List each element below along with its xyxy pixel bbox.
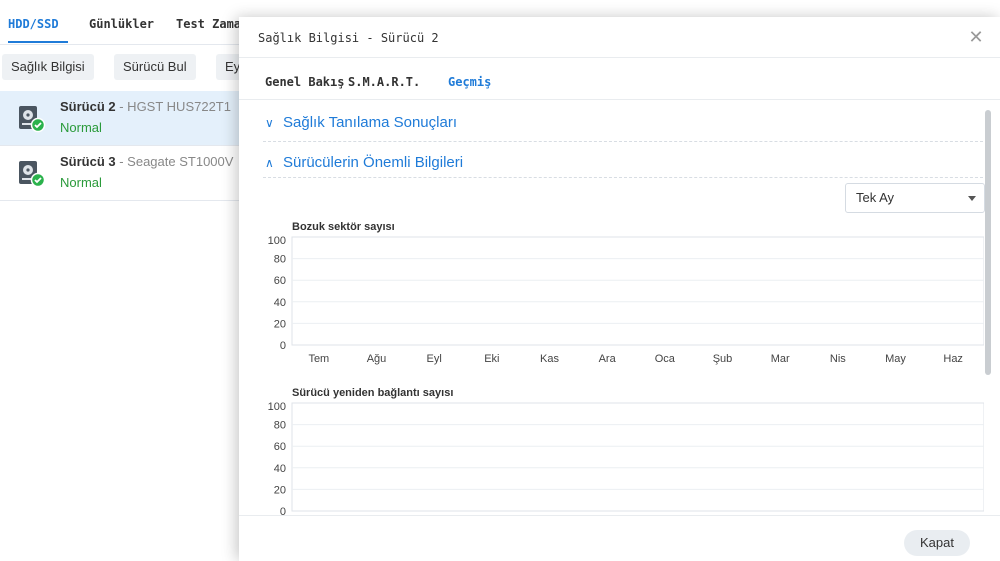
tab-hdd-ssd[interactable]: HDD/SSD [8, 17, 59, 31]
locate-drive-button[interactable]: Sürücü Bul [114, 54, 196, 80]
x-tick-label: Mar [771, 353, 790, 365]
drive-model: - Seagate ST1000V [115, 154, 234, 169]
section-important-info[interactable]: ∧ Sürücülerin Önemli Bilgileri [265, 154, 463, 171]
drive-model: - HGST HUS722T1 [115, 99, 231, 114]
x-tick-label: May [885, 353, 906, 365]
dialog-tabs: Genel Bakış S.M.A.R.T. Geçmiş [239, 57, 1000, 100]
x-tick-label: Ara [599, 353, 617, 365]
health-info-dialog: Sağlık Bilgisi - Sürücü 2 ✕ Genel Bakış … [239, 17, 1000, 561]
divider [263, 177, 983, 178]
drive-row-2[interactable]: Sürücü 2 - HGST HUS722T1 Normal [0, 91, 260, 146]
y-tick-label: 60 [274, 275, 286, 287]
section-health-diagnostics[interactable]: ∨ Sağlık Tanılama Sonuçları [265, 114, 457, 131]
section-label: Sağlık Tanılama Sonuçları [283, 114, 457, 131]
tab-smart[interactable]: S.M.A.R.T. [348, 75, 420, 89]
health-info-button[interactable]: Sağlık Bilgisi [2, 54, 94, 80]
active-tab-indicator [8, 41, 68, 43]
close-button[interactable]: Kapat [904, 530, 970, 556]
x-tick-label: Oca [655, 353, 676, 365]
dialog-footer: Kapat [239, 515, 1000, 561]
drive-row-3[interactable]: Sürücü 3 - Seagate ST1000V Normal [0, 146, 260, 201]
dialog-title: Sağlık Bilgisi - Sürücü 2 [258, 31, 439, 45]
y-tick-label: 60 [274, 441, 286, 453]
tab-history[interactable]: Geçmiş [448, 75, 491, 89]
y-tick-label: 40 [274, 463, 286, 475]
x-tick-label: Ağu [367, 353, 387, 365]
tab-test-schedule[interactable]: Test Zama [176, 17, 241, 31]
tab-overview[interactable]: Genel Bakış [265, 75, 344, 89]
y-tick-label: 80 [274, 254, 286, 266]
x-tick-label: Şub [713, 353, 733, 365]
drive-name: Sürücü 3 [60, 154, 116, 169]
x-tick-label: Kas [540, 353, 559, 365]
period-select-value: Tek Ay [856, 190, 895, 205]
history-charts: Bozuk sektör sayısı 0 20 40 60 80 100 Tem Ağu Eyl… [268, 221, 984, 531]
y-tick-label: 100 [268, 235, 286, 247]
drive-title: Sürücü 3 - Seagate ST1000V [60, 154, 233, 169]
x-tick-label: Nis [830, 353, 846, 365]
y-tick-label: 20 [274, 484, 286, 496]
x-tick-label: Haz [943, 353, 963, 365]
plot-area [291, 236, 984, 346]
plot-area [291, 402, 984, 512]
section-label: Sürücülerin Önemli Bilgileri [283, 154, 464, 171]
chevron-up-icon: ∧ [265, 156, 274, 170]
dialog-titlebar: Sağlık Bilgisi - Sürücü 2 ✕ [239, 17, 1000, 58]
x-tick-label: Tem [308, 353, 329, 365]
drive-ok-icon [19, 106, 46, 133]
drive-ok-icon [19, 161, 46, 188]
y-tick-label: 80 [274, 420, 286, 432]
period-select[interactable]: Tek Ay [845, 183, 985, 213]
drive-status: Normal [60, 175, 102, 190]
scrollbar[interactable] [985, 110, 991, 375]
x-tick-label: Eyl [427, 353, 442, 365]
chevron-down-icon: ∨ [265, 116, 274, 130]
x-tick-label: Eki [484, 353, 499, 365]
caret-down-icon [968, 196, 976, 201]
chart-title: Sürücü yeniden bağlantı sayısı [292, 387, 453, 399]
y-tick-label: 100 [268, 401, 286, 413]
chart-title: Bozuk sektör sayısı [292, 221, 395, 233]
main-tabs: HDD/SSD Günlükler Test Zama [0, 0, 260, 45]
divider [263, 141, 983, 142]
toolbar: Sağlık Bilgisi Sürücü Bul Ey [0, 44, 260, 90]
y-tick-label: 40 [274, 297, 286, 309]
y-tick-label: 0 [280, 340, 286, 352]
y-tick-label: 20 [274, 318, 286, 330]
drive-name: Sürücü 2 [60, 99, 116, 114]
drive-status: Normal [60, 120, 102, 135]
drive-title: Sürücü 2 - HGST HUS722T1 [60, 99, 231, 114]
close-icon[interactable]: ✕ [964, 25, 988, 49]
tab-logs[interactable]: Günlükler [89, 17, 154, 31]
